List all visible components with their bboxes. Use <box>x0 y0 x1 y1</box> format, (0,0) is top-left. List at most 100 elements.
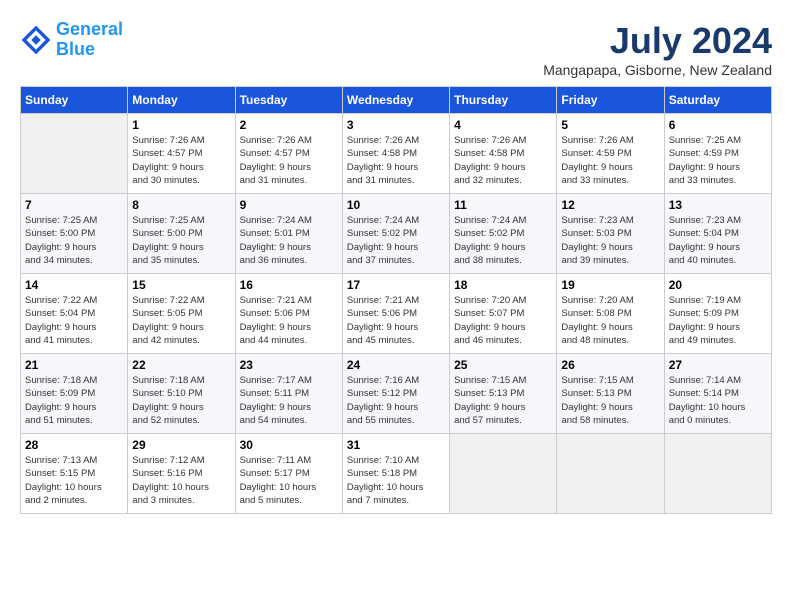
day-info: Sunrise: 7:18 AM Sunset: 5:10 PM Dayligh… <box>132 374 230 427</box>
day-number: 2 <box>240 118 338 132</box>
header-row: Sunday Monday Tuesday Wednesday Thursday… <box>21 87 772 114</box>
cell-w5-d7 <box>664 434 771 514</box>
day-number: 30 <box>240 438 338 452</box>
cell-w4-d7: 27 Sunrise: 7:14 AM Sunset: 5:14 PM Dayli… <box>664 354 771 434</box>
header-tuesday: Tuesday <box>235 87 342 114</box>
cell-w2-d7: 13 Sunrise: 7:23 AM Sunset: 5:04 PM Dayli… <box>664 194 771 274</box>
cell-w3-d5: 18Sunrise: 7:20 AM Sunset: 5:07 PM Dayli… <box>450 274 557 354</box>
day-info: Sunrise: 7:15 AM Sunset: 5:13 PM Dayligh… <box>454 374 552 427</box>
calendar-header: Sunday Monday Tuesday Wednesday Thursday… <box>21 87 772 114</box>
day-info: Sunrise: 7:17 AM Sunset: 5:11 PM Dayligh… <box>240 374 338 427</box>
day-number: 23 <box>240 358 338 372</box>
day-number: 21 <box>25 358 123 372</box>
day-number: 19 <box>561 278 659 292</box>
logo: General Blue <box>20 20 123 60</box>
logo-icon <box>20 24 52 56</box>
header-thursday: Thursday <box>450 87 557 114</box>
day-info: Sunrise: 7:26 AM Sunset: 4:58 PM Dayligh… <box>454 134 552 187</box>
cell-w2-d4: 10Sunrise: 7:24 AM Sunset: 5:02 PM Dayli… <box>342 194 449 274</box>
day-info: Sunrise: 7:24 AM Sunset: 5:01 PM Dayligh… <box>240 214 338 267</box>
cell-w2-d6: 12 Sunrise: 7:23 AM Sunset: 5:03 PM Dayli… <box>557 194 664 274</box>
day-info: Sunrise: 7:22 AM Sunset: 5:04 PM Dayligh… <box>25 294 123 347</box>
month-title: July 2024 <box>543 20 772 62</box>
day-info: Sunrise: 7:15 AM Sunset: 5:13 PM Dayligh… <box>561 374 659 427</box>
cell-w2-d2: 8 Sunrise: 7:25 AM Sunset: 5:00 PM Daylig… <box>128 194 235 274</box>
day-info: Sunrise: 7:20 AM Sunset: 5:08 PM Dayligh… <box>561 294 659 347</box>
header-saturday: Saturday <box>664 87 771 114</box>
day-number: 27 <box>669 358 767 372</box>
day-number: 20 <box>669 278 767 292</box>
day-info: Sunrise: 7:21 AM Sunset: 5:06 PM Dayligh… <box>240 294 338 347</box>
day-number: 22 <box>132 358 230 372</box>
cell-w3-d6: 19 Sunrise: 7:20 AM Sunset: 5:08 PM Dayli… <box>557 274 664 354</box>
week-row-4: 21Sunrise: 7:18 AM Sunset: 5:09 PM Dayli… <box>21 354 772 434</box>
day-info: Sunrise: 7:24 AM Sunset: 5:02 PM Dayligh… <box>454 214 552 267</box>
cell-w4-d3: 23 Sunrise: 7:17 AM Sunset: 5:11 PM Dayli… <box>235 354 342 434</box>
header-monday: Monday <box>128 87 235 114</box>
day-info: Sunrise: 7:26 AM Sunset: 4:58 PM Dayligh… <box>347 134 445 187</box>
day-number: 5 <box>561 118 659 132</box>
cell-w5-d2: 29 Sunrise: 7:12 AM Sunset: 5:16 PM Dayli… <box>128 434 235 514</box>
logo-line1: General <box>56 19 123 39</box>
cell-w4-d1: 21Sunrise: 7:18 AM Sunset: 5:09 PM Dayli… <box>21 354 128 434</box>
day-info: Sunrise: 7:23 AM Sunset: 5:03 PM Dayligh… <box>561 214 659 267</box>
logo-line2: Blue <box>56 39 95 59</box>
day-info: Sunrise: 7:26 AM Sunset: 4:57 PM Dayligh… <box>240 134 338 187</box>
cell-w1-d3: 2 Sunrise: 7:26 AM Sunset: 4:57 PM Daylig… <box>235 114 342 194</box>
cell-w5-d4: 31 Sunrise: 7:10 AM Sunset: 5:18 PM Dayli… <box>342 434 449 514</box>
cell-w5-d1: 28 Sunrise: 7:13 AM Sunset: 5:15 PM Dayli… <box>21 434 128 514</box>
cell-w4-d2: 22 Sunrise: 7:18 AM Sunset: 5:10 PM Dayli… <box>128 354 235 434</box>
day-info: Sunrise: 7:14 AM Sunset: 5:14 PM Dayligh… <box>669 374 767 427</box>
day-number: 29 <box>132 438 230 452</box>
day-number: 14 <box>25 278 123 292</box>
cell-w5-d3: 30 Sunrise: 7:11 AM Sunset: 5:17 PM Dayli… <box>235 434 342 514</box>
header-friday: Friday <box>557 87 664 114</box>
day-number: 25 <box>454 358 552 372</box>
day-info: Sunrise: 7:25 AM Sunset: 4:59 PM Dayligh… <box>669 134 767 187</box>
cell-w4-d4: 24Sunrise: 7:16 AM Sunset: 5:12 PM Dayli… <box>342 354 449 434</box>
day-number: 9 <box>240 198 338 212</box>
cell-w1-d4: 3 Sunrise: 7:26 AM Sunset: 4:58 PM Daylig… <box>342 114 449 194</box>
cell-w3-d3: 16Sunrise: 7:21 AM Sunset: 5:06 PM Dayli… <box>235 274 342 354</box>
week-row-1: 1 Sunrise: 7:26 AM Sunset: 4:57 PM Daylig… <box>21 114 772 194</box>
day-info: Sunrise: 7:26 AM Sunset: 4:59 PM Dayligh… <box>561 134 659 187</box>
day-info: Sunrise: 7:10 AM Sunset: 5:18 PM Dayligh… <box>347 454 445 507</box>
week-row-5: 28 Sunrise: 7:13 AM Sunset: 5:15 PM Dayli… <box>21 434 772 514</box>
day-number: 31 <box>347 438 445 452</box>
day-info: Sunrise: 7:13 AM Sunset: 5:15 PM Dayligh… <box>25 454 123 507</box>
day-info: Sunrise: 7:21 AM Sunset: 5:06 PM Dayligh… <box>347 294 445 347</box>
cell-w2-d5: 11 Sunrise: 7:24 AM Sunset: 5:02 PM Dayli… <box>450 194 557 274</box>
day-info: Sunrise: 7:26 AM Sunset: 4:57 PM Dayligh… <box>132 134 230 187</box>
day-number: 6 <box>669 118 767 132</box>
header-wednesday: Wednesday <box>342 87 449 114</box>
week-row-3: 14 Sunrise: 7:22 AM Sunset: 5:04 PM Dayli… <box>21 274 772 354</box>
day-info: Sunrise: 7:23 AM Sunset: 5:04 PM Dayligh… <box>669 214 767 267</box>
cell-w1-d5: 4 Sunrise: 7:26 AM Sunset: 4:58 PM Daylig… <box>450 114 557 194</box>
header-sunday: Sunday <box>21 87 128 114</box>
day-info: Sunrise: 7:12 AM Sunset: 5:16 PM Dayligh… <box>132 454 230 507</box>
day-info: Sunrise: 7:11 AM Sunset: 5:17 PM Dayligh… <box>240 454 338 507</box>
cell-w1-d7: 6 Sunrise: 7:25 AM Sunset: 4:59 PM Daylig… <box>664 114 771 194</box>
day-number: 12 <box>561 198 659 212</box>
cell-w3-d1: 14 Sunrise: 7:22 AM Sunset: 5:04 PM Dayli… <box>21 274 128 354</box>
day-info: Sunrise: 7:25 AM Sunset: 5:00 PM Dayligh… <box>132 214 230 267</box>
day-number: 3 <box>347 118 445 132</box>
cell-w2-d1: 7Sunrise: 7:25 AM Sunset: 5:00 PM Daylig… <box>21 194 128 274</box>
day-number: 13 <box>669 198 767 212</box>
day-number: 24 <box>347 358 445 372</box>
day-number: 10 <box>347 198 445 212</box>
week-row-2: 7Sunrise: 7:25 AM Sunset: 5:00 PM Daylig… <box>21 194 772 274</box>
day-number: 26 <box>561 358 659 372</box>
day-number: 8 <box>132 198 230 212</box>
calendar-table: Sunday Monday Tuesday Wednesday Thursday… <box>20 86 772 514</box>
title-section: July 2024 Mangapapa, Gisborne, New Zeala… <box>543 20 772 78</box>
day-number: 28 <box>25 438 123 452</box>
calendar-body: 1 Sunrise: 7:26 AM Sunset: 4:57 PM Daylig… <box>21 114 772 514</box>
cell-w4-d5: 25 Sunrise: 7:15 AM Sunset: 5:13 PM Dayli… <box>450 354 557 434</box>
day-info: Sunrise: 7:25 AM Sunset: 5:00 PM Dayligh… <box>25 214 123 267</box>
day-number: 17 <box>347 278 445 292</box>
day-number: 4 <box>454 118 552 132</box>
cell-w1-d6: 5 Sunrise: 7:26 AM Sunset: 4:59 PM Daylig… <box>557 114 664 194</box>
day-number: 1 <box>132 118 230 132</box>
day-number: 11 <box>454 198 552 212</box>
